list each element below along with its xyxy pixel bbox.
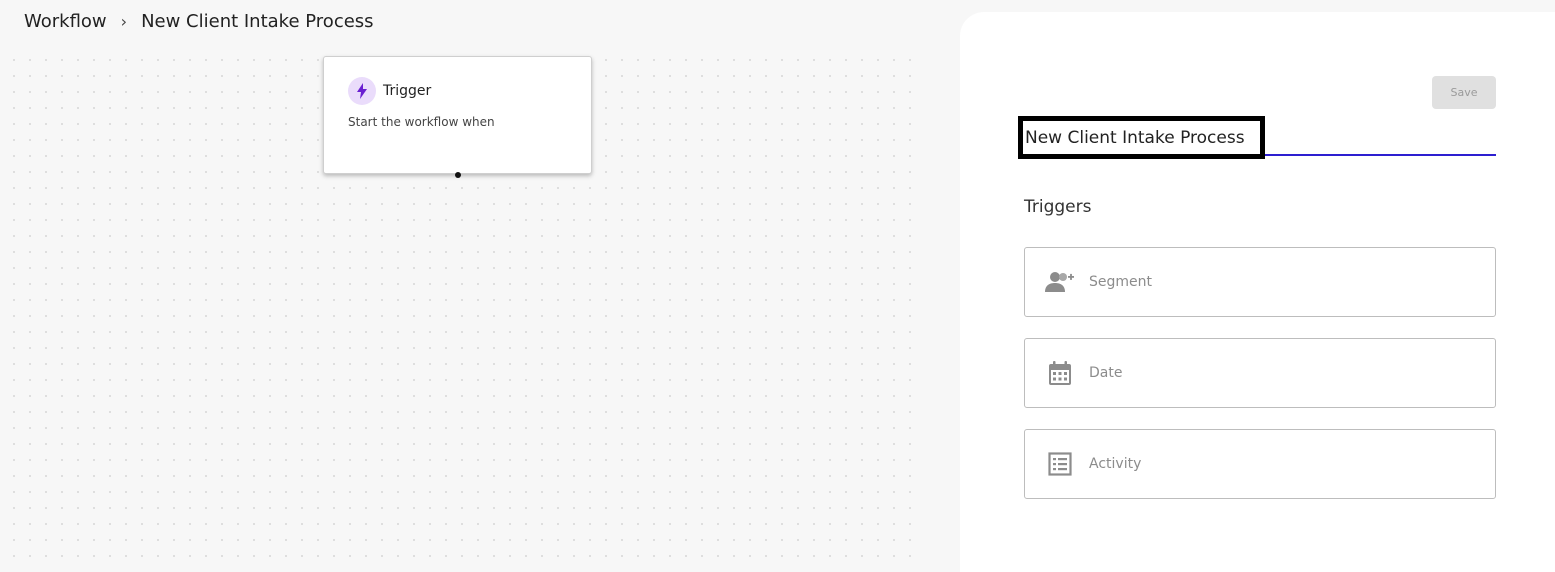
trigger-node-header: Trigger	[348, 77, 431, 105]
trigger-option-segment[interactable]: Segment	[1024, 247, 1496, 317]
breadcrumb-separator: ›	[120, 12, 128, 31]
list-icon	[1045, 449, 1075, 479]
trigger-option-date[interactable]: Date	[1024, 338, 1496, 408]
user-add-icon	[1045, 267, 1075, 297]
breadcrumb-current: New Client Intake Process	[141, 11, 374, 32]
bolt-icon	[348, 77, 376, 105]
trigger-option-activity[interactable]: Activity	[1024, 429, 1496, 499]
breadcrumb: Workflow › New Client Intake Process	[24, 11, 374, 32]
trigger-option-label: Date	[1089, 365, 1123, 381]
trigger-node-title: Trigger	[383, 83, 432, 99]
trigger-option-label: Segment	[1089, 274, 1152, 290]
save-button[interactable]: Save	[1432, 76, 1496, 109]
trigger-node[interactable]: Trigger Start the workflow when	[323, 56, 592, 178]
workflow-name-input[interactable]	[1018, 116, 1265, 159]
trigger-node-description: Start the workflow when	[348, 115, 495, 129]
calendar-icon	[1045, 358, 1075, 388]
workflow-settings-panel: Save Triggers Segment	[960, 12, 1555, 572]
canvas-gutter	[922, 0, 960, 567]
node-output-port[interactable]	[455, 172, 461, 178]
triggers-heading: Triggers	[1024, 197, 1092, 217]
breadcrumb-root[interactable]: Workflow	[24, 11, 107, 32]
trigger-option-label: Activity	[1089, 456, 1142, 472]
workflow-name-field	[1018, 116, 1496, 159]
